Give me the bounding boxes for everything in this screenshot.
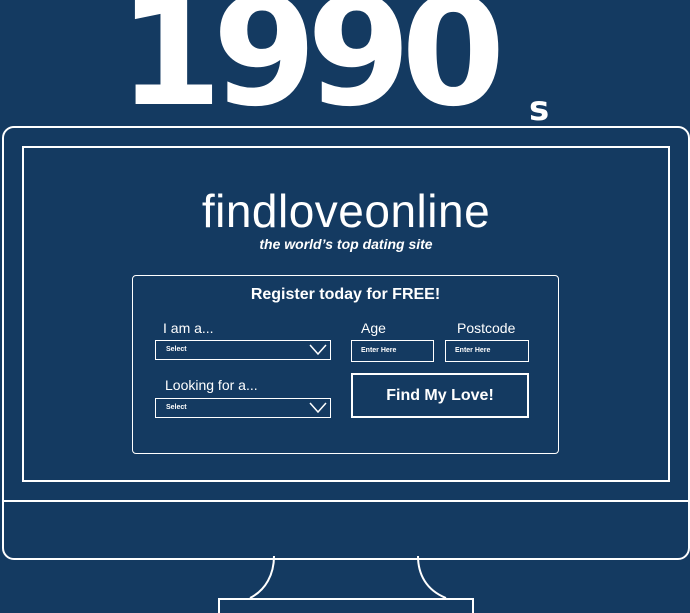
monitor-chin-divider <box>4 500 688 502</box>
age-input-placeholder: Enter Here <box>361 347 397 354</box>
era-suffix: s <box>529 89 550 129</box>
monitor-screen: findloveonline the world’s top dating si… <box>22 146 670 482</box>
site-tagline: the world’s top dating site <box>259 236 433 252</box>
age-input[interactable]: Enter Here <box>351 340 434 362</box>
looking-for-select[interactable]: Select <box>155 398 331 418</box>
i-am-label: I am a... <box>163 320 214 336</box>
chevron-down-icon <box>309 402 327 414</box>
postcode-input-placeholder: Enter Here <box>455 347 491 354</box>
monitor-frame: findloveonline the world’s top dating si… <box>2 126 690 560</box>
site-logo: findloveonline <box>201 185 491 237</box>
monitor-stand <box>218 556 474 613</box>
chevron-down-icon <box>309 344 327 356</box>
i-am-select[interactable]: Select <box>155 340 331 360</box>
era-heading: 1990 <box>118 0 505 140</box>
i-am-select-value: Select <box>166 346 187 353</box>
age-label: Age <box>361 320 386 336</box>
find-my-love-button[interactable]: Find My Love! <box>351 373 529 418</box>
looking-for-select-value: Select <box>166 404 187 411</box>
registration-form: Register today for FREE! I am a... Selec… <box>132 275 559 454</box>
postcode-input[interactable]: Enter Here <box>445 340 529 362</box>
postcode-label: Postcode <box>457 320 516 336</box>
looking-for-label: Looking for a... <box>165 377 258 393</box>
form-title: Register today for FREE! <box>250 286 441 303</box>
